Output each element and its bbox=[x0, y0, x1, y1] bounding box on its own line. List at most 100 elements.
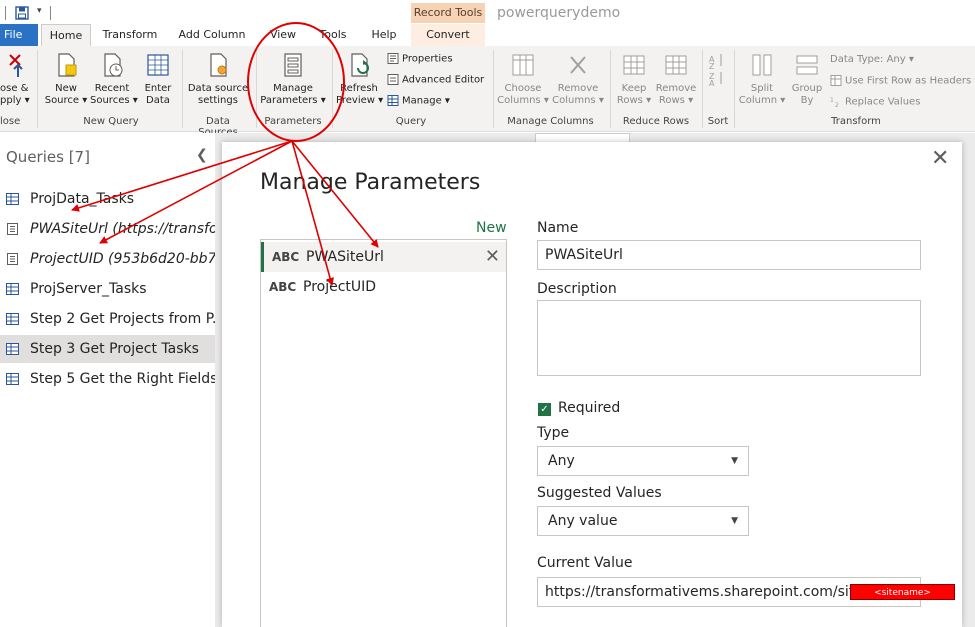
query-item-label: Step 2 Get Projects from P... bbox=[30, 311, 215, 327]
refresh-icon bbox=[351, 53, 369, 77]
refresh-preview-label-2: Preview ▾ bbox=[336, 95, 384, 106]
group-label-close: lose bbox=[0, 116, 21, 127]
group-separator bbox=[37, 50, 38, 128]
tab-tools[interactable]: Tools bbox=[314, 24, 352, 46]
refresh-preview-label: Refresh bbox=[340, 83, 378, 94]
recent-sources-icon bbox=[104, 53, 123, 77]
close-apply-button[interactable]: ose & pply ▾ bbox=[0, 51, 30, 107]
query-item[interactable]: ProjectUID (953b6d20-bb7... bbox=[0, 245, 215, 273]
collapse-pane-icon[interactable]: ❮ bbox=[196, 147, 208, 163]
replace-values-icon: 12 bbox=[830, 97, 839, 107]
svg-text:A: A bbox=[709, 79, 715, 86]
group-separator bbox=[610, 50, 611, 128]
suggested-values-select[interactable]: Any value ▼ bbox=[537, 506, 749, 536]
group-separator bbox=[702, 50, 703, 128]
replace-values-button[interactable]: 1 2 Replace Values bbox=[830, 96, 920, 108]
save-icon[interactable] bbox=[15, 6, 29, 20]
tab-add-column[interactable]: Add Column bbox=[178, 24, 246, 46]
sort-ascending-icon[interactable]: A Z Z A bbox=[709, 52, 725, 86]
split-column-label-2: Column ▾ bbox=[738, 95, 786, 106]
group-by-label-2: By bbox=[800, 95, 814, 106]
remove-rows-label-2: Rows ▾ bbox=[658, 95, 694, 106]
suggested-values-value: Any value bbox=[548, 513, 618, 529]
use-first-row-headers-button[interactable]: Use First Row as Headers ▾ bbox=[830, 75, 975, 87]
delete-parameter-icon[interactable]: ✕ bbox=[485, 242, 500, 272]
query-item-label: PWASiteUrl (https://transfo... bbox=[30, 221, 215, 237]
query-item-label: ProjData_Tasks bbox=[30, 191, 135, 207]
required-checkbox[interactable]: ✓ bbox=[538, 403, 551, 416]
keep-rows-label-2: Rows ▾ bbox=[616, 95, 652, 106]
remove-columns-label-2: Columns ▾ bbox=[552, 95, 604, 106]
query-item[interactable]: PWASiteUrl (https://transfo... bbox=[0, 215, 215, 243]
manage-query-button[interactable]: Manage ▾ bbox=[387, 95, 450, 107]
data-type-dropdown[interactable]: Data Type: Any ▾ bbox=[830, 54, 914, 65]
query-item[interactable]: ProjData_Tasks bbox=[0, 185, 215, 213]
advanced-editor-button[interactable]: Advanced Editor bbox=[387, 74, 484, 86]
redaction-badge: <sitename> bbox=[850, 584, 955, 600]
qat-separator bbox=[5, 6, 6, 20]
parameter-item[interactable]: ABC ProjectUID bbox=[261, 272, 506, 302]
close-apply-label-2: pply ▾ bbox=[0, 95, 30, 106]
current-value-label: Current Value bbox=[537, 555, 633, 571]
query-item-label: Step 5 Get the Right Fields bbox=[30, 371, 215, 387]
table-icon bbox=[6, 193, 19, 205]
tab-view[interactable]: View bbox=[265, 24, 301, 46]
group-label-query: Query bbox=[395, 116, 427, 127]
window-title: powerquerydemo bbox=[497, 5, 621, 21]
group-separator bbox=[332, 50, 333, 128]
recent-sources-label-2: Sources ▾ bbox=[90, 95, 138, 106]
suggested-values-label: Suggested Values bbox=[537, 485, 662, 501]
group-label-parameters: Parameters bbox=[264, 116, 322, 127]
enter-data-button[interactable]: Enter Data bbox=[138, 51, 178, 107]
group-separator bbox=[493, 50, 494, 128]
qat-customize-dropdown[interactable]: ▾ bbox=[37, 6, 42, 16]
manage-parameters-icon bbox=[284, 53, 302, 77]
svg-text:Z: Z bbox=[709, 62, 715, 71]
keep-rows-button[interactable]: Keep Rows ▾ bbox=[614, 51, 654, 107]
manage-parameters-button[interactable]: Manage Parameters ▾ bbox=[258, 51, 328, 107]
parameter-item[interactable]: ABC PWASiteUrl ✕ bbox=[261, 242, 506, 272]
remove-rows-button[interactable]: Remove Rows ▾ bbox=[655, 51, 697, 107]
manage-parameters-label: Manage bbox=[273, 83, 313, 94]
choose-columns-icon bbox=[512, 54, 534, 76]
close-icon[interactable]: ✕ bbox=[931, 146, 949, 171]
properties-button[interactable]: Properties bbox=[387, 53, 453, 65]
refresh-preview-button[interactable]: Refresh Preview ▾ bbox=[336, 51, 384, 107]
query-item[interactable]: ProjServer_Tasks bbox=[0, 275, 215, 303]
queries-header: Queries [7] bbox=[6, 148, 90, 166]
description-input[interactable] bbox=[537, 300, 921, 376]
type-select[interactable]: Any ▼ bbox=[537, 446, 749, 476]
table-icon bbox=[6, 283, 19, 295]
query-item[interactable]: Step 5 Get the Right Fields bbox=[0, 365, 215, 393]
queries-pane: Queries [7] ❮ ProjData_Tasks PWASiteUrl (… bbox=[0, 133, 215, 627]
tab-help[interactable]: Help bbox=[366, 24, 402, 46]
group-label-sort: Sort bbox=[707, 116, 729, 127]
new-parameter-link[interactable]: New bbox=[476, 220, 507, 236]
query-item-label: Step 3 Get Project Tasks bbox=[30, 341, 199, 357]
remove-columns-button[interactable]: Remove Columns ▾ bbox=[552, 51, 604, 107]
data-source-settings-button[interactable]: Data source settings bbox=[186, 51, 250, 107]
tab-home[interactable]: Home bbox=[41, 24, 91, 46]
tab-file[interactable]: File bbox=[0, 24, 38, 46]
query-item[interactable]: Step 3 Get Project Tasks bbox=[0, 335, 215, 363]
choose-columns-button[interactable]: Choose Columns ▾ bbox=[497, 51, 549, 107]
tab-convert[interactable]: Convert bbox=[411, 24, 485, 46]
description-label: Description bbox=[537, 281, 617, 297]
enter-data-label-2: Data bbox=[146, 95, 170, 106]
group-label-manage-columns: Manage Columns bbox=[507, 116, 594, 127]
ribbon-tab-bar: File Home Transform Add Column View Tool… bbox=[0, 24, 975, 46]
text-type-icon: ABC bbox=[272, 250, 300, 264]
group-by-button[interactable]: Group By bbox=[789, 51, 825, 107]
table-icon bbox=[6, 313, 19, 325]
split-column-button[interactable]: Split Column ▾ bbox=[737, 51, 787, 107]
tab-transform[interactable]: Transform bbox=[100, 24, 160, 46]
query-item[interactable]: Step 2 Get Projects from P... bbox=[0, 305, 215, 333]
dialog-title: Manage Parameters bbox=[260, 170, 481, 195]
recent-sources-button[interactable]: Recent Sources ▾ bbox=[90, 51, 138, 107]
group-separator bbox=[182, 50, 183, 128]
new-source-button[interactable]: New Source ▾ bbox=[44, 51, 88, 107]
table-header-icon bbox=[830, 75, 842, 86]
name-input[interactable]: PWASiteUrl bbox=[537, 240, 921, 270]
new-source-label: New bbox=[55, 83, 77, 94]
group-separator bbox=[256, 50, 257, 128]
